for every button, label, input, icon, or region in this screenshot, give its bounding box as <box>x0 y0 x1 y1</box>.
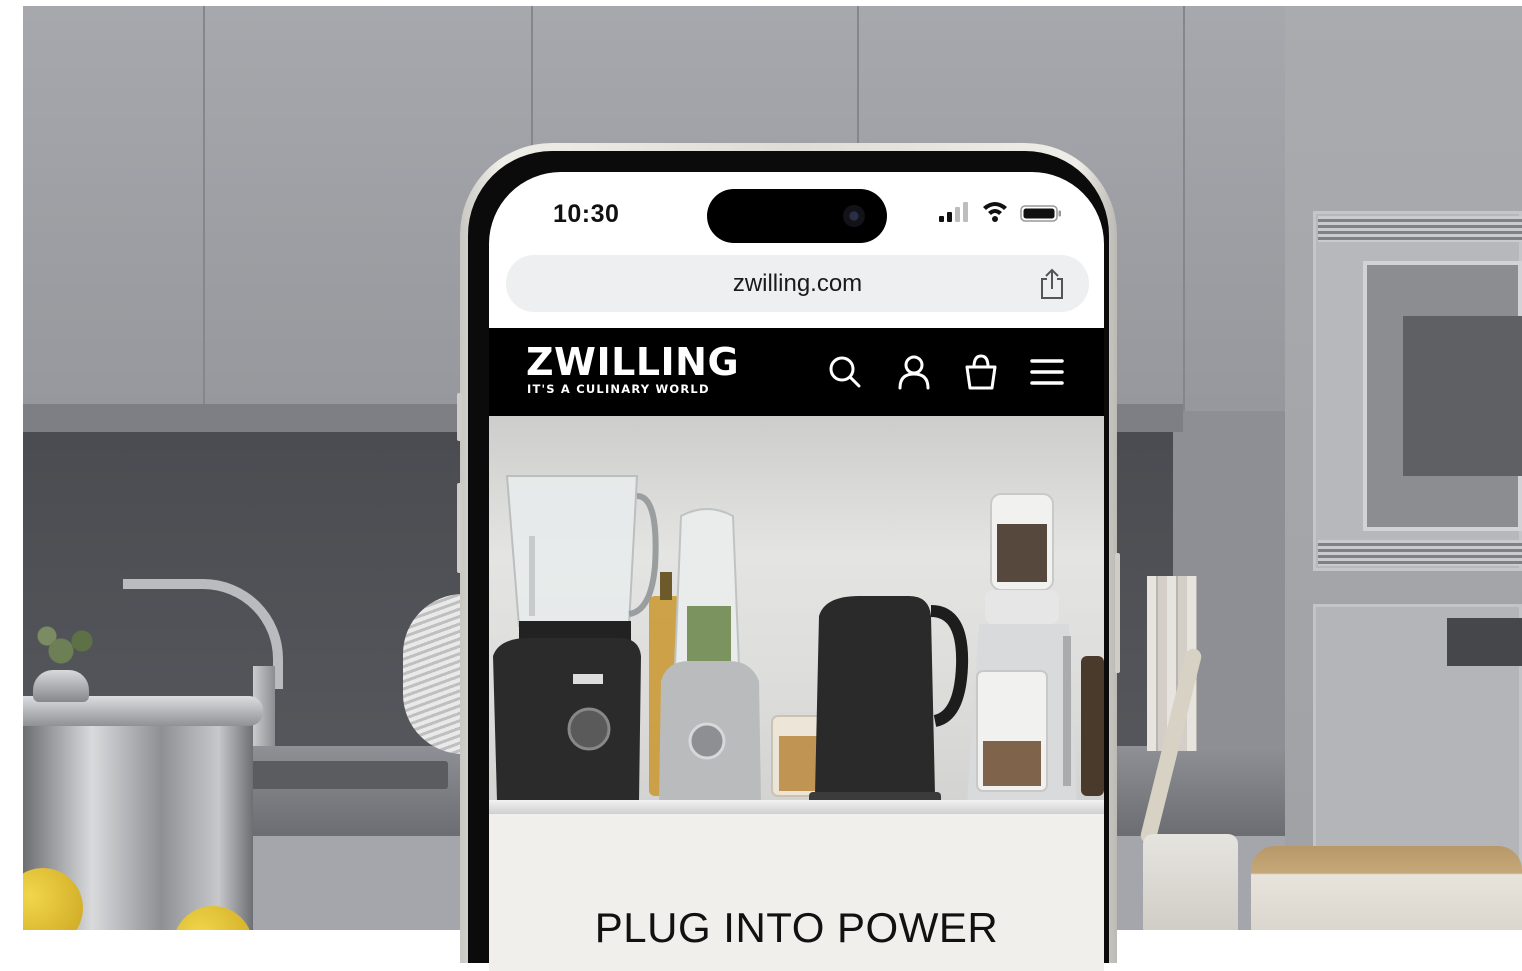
spice-jar <box>1081 656 1104 796</box>
search-icon[interactable] <box>825 352 865 392</box>
zwilling-logo[interactable]: ZWILLING <box>526 342 739 382</box>
phone-bezel: 10:30 zwilling.com ZWILLING IT'S A CULIN… <box>468 151 1109 971</box>
hero-image[interactable] <box>489 416 1104 814</box>
cabinet-seam <box>203 6 205 411</box>
oven-vent <box>1318 216 1522 242</box>
dynamic-island <box>707 189 887 243</box>
phone-side-button <box>457 393 462 441</box>
phone-side-button <box>457 483 462 573</box>
phone-power-button <box>1115 553 1120 673</box>
shelf-edge <box>489 800 1104 814</box>
share-icon[interactable] <box>1038 268 1066 300</box>
url-text[interactable]: zwilling.com <box>506 255 1089 312</box>
wooden-lid-canister <box>1251 846 1522 930</box>
signal-icon <box>939 202 971 222</box>
hero-title: PLUG INTO POWER <box>594 904 999 951</box>
browser-address-bar[interactable]: zwilling.com <box>506 255 1089 312</box>
herb-plant <box>33 621 103 671</box>
electric-kettle <box>809 596 969 804</box>
sink <box>248 761 448 789</box>
logo-tagline: IT'S A CULINARY WORLD <box>527 382 710 396</box>
appliances-illustration <box>493 475 1104 806</box>
blender <box>493 475 659 801</box>
pot-lid-knob <box>33 670 89 702</box>
site-header: ZWILLING IT'S A CULINARY WORLD <box>489 328 1104 416</box>
phone-mockup: 10:30 zwilling.com ZWILLING IT'S A CULIN… <box>457 143 1120 971</box>
wifi-icon <box>983 202 1007 222</box>
phone-screen: 10:30 zwilling.com ZWILLING IT'S A CULIN… <box>489 172 1104 971</box>
status-time: 10:30 <box>553 200 620 228</box>
ceramic-crock <box>1143 834 1238 930</box>
hero-title-band: PLUG INTO POWER <box>489 814 1104 971</box>
cabinet-seam <box>1183 6 1185 411</box>
front-camera <box>843 205 865 227</box>
status-bar: 10:30 <box>489 172 1104 252</box>
coffee-grinder <box>967 493 1077 806</box>
account-icon[interactable] <box>894 352 934 392</box>
oven-control-panel <box>1447 618 1522 666</box>
battery-icon <box>1020 205 1061 222</box>
shopping-bag-icon[interactable] <box>961 352 1001 392</box>
oven-vent <box>1318 540 1522 566</box>
hamburger-menu-icon[interactable] <box>1027 352 1067 392</box>
oven-glass <box>1403 316 1522 476</box>
